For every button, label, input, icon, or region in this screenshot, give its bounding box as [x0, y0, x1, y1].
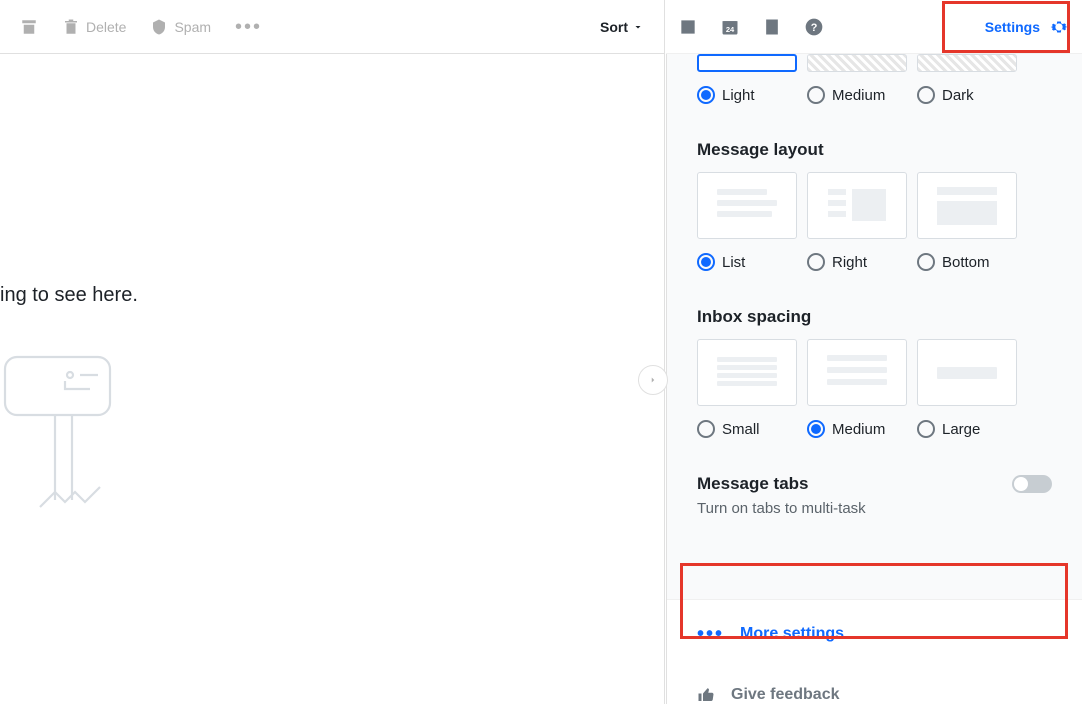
layout-bottom-label: Bottom [942, 254, 990, 271]
radio-icon [917, 253, 935, 271]
svg-text:?: ? [811, 22, 818, 34]
theme-medium-label: Medium [832, 87, 885, 104]
shield-icon [150, 18, 168, 36]
theme-radios: Light Medium Dark [697, 86, 1052, 104]
spacing-small-label: Small [722, 421, 760, 438]
layout-list-radio[interactable]: List [697, 253, 797, 271]
layout-radios: List Right Bottom [697, 253, 1052, 271]
message-tabs-title: Message tabs [697, 474, 809, 494]
chevron-right-icon [648, 375, 658, 385]
theme-medium-radio[interactable]: Medium [807, 86, 907, 104]
svg-text:24: 24 [726, 25, 735, 34]
radio-icon [697, 86, 715, 104]
empty-message: ing to see here. [0, 284, 664, 307]
spacing-medium-radio[interactable]: Medium [807, 420, 907, 438]
thumbs-up-icon [697, 686, 715, 704]
radio-icon [697, 253, 715, 271]
notes-icon[interactable] [762, 17, 782, 37]
theme-dark-card[interactable] [917, 54, 1017, 72]
message-tabs-row: Message tabs [697, 474, 1052, 494]
contacts-icon[interactable] [678, 17, 698, 37]
layout-right-label: Right [832, 254, 867, 271]
ellipsis-icon: ••• [697, 624, 724, 644]
layout-bottom-radio[interactable]: Bottom [917, 253, 1017, 271]
spacing-previews [697, 339, 1052, 406]
message-layout-title: Message layout [697, 140, 1052, 160]
empty-state: ing to see here. [0, 54, 664, 527]
delete-label: Delete [86, 19, 126, 35]
archive-button[interactable] [20, 18, 38, 36]
layout-list-label: List [722, 254, 745, 271]
help-icon[interactable]: ? [804, 17, 824, 37]
theme-previews [697, 54, 1052, 72]
settings-scroll[interactable]: Light Medium Dark Message layout [667, 54, 1082, 599]
layout-bottom-card[interactable] [917, 172, 1017, 239]
more-actions-button[interactable]: ••• [235, 17, 262, 37]
delete-button[interactable]: Delete [62, 18, 126, 36]
layout-list-card[interactable] [697, 172, 797, 239]
layout-right-radio[interactable]: Right [807, 253, 907, 271]
more-settings-link[interactable]: ••• More settings [667, 600, 1082, 668]
theme-dark-radio[interactable]: Dark [917, 86, 1017, 104]
more-settings-label: More settings [740, 625, 844, 643]
spam-button[interactable]: Spam [150, 18, 211, 36]
settings-button[interactable]: Settings [985, 16, 1070, 38]
theme-medium-card[interactable] [807, 54, 907, 72]
spam-label: Spam [174, 19, 211, 35]
archive-icon [20, 18, 38, 36]
radio-icon [807, 86, 825, 104]
radio-icon [917, 86, 935, 104]
gear-icon [1048, 16, 1070, 38]
spacing-large-card[interactable] [917, 339, 1017, 406]
settings-panel: Light Medium Dark Message layout [666, 54, 1082, 704]
message-tabs-subtitle: Turn on tabs to multi-task [697, 500, 1052, 517]
spacing-small-card[interactable] [697, 339, 797, 406]
spacing-large-label: Large [942, 421, 980, 438]
message-tabs-toggle[interactable] [1012, 475, 1052, 493]
mail-content-area: Delete Spam ••• Sort ing to see here. [0, 0, 665, 704]
spacing-radios: Small Medium Large [697, 420, 1052, 438]
mail-toolbar: Delete Spam ••• Sort [0, 0, 664, 54]
radio-icon [807, 420, 825, 438]
radio-icon [917, 420, 935, 438]
spacing-medium-card[interactable] [807, 339, 907, 406]
theme-light-radio[interactable]: Light [697, 86, 797, 104]
layout-right-card[interactable] [807, 172, 907, 239]
settings-footer: ••• More settings Give feedback [667, 599, 1082, 704]
sort-button[interactable]: Sort [600, 19, 644, 35]
give-feedback-label: Give feedback [731, 686, 840, 704]
calendar-icon[interactable]: 24 [720, 17, 740, 37]
inbox-spacing-title: Inbox spacing [697, 307, 1052, 327]
expand-handle[interactable] [638, 365, 668, 395]
sort-label: Sort [600, 19, 628, 35]
spacing-small-radio[interactable]: Small [697, 420, 797, 438]
right-header: 24 ? Settings [666, 0, 1082, 54]
spacing-large-radio[interactable]: Large [917, 420, 1017, 438]
theme-light-label: Light [722, 87, 755, 104]
radio-icon [697, 420, 715, 438]
radio-icon [807, 253, 825, 271]
mailbox-illustration [0, 347, 120, 527]
layout-previews [697, 172, 1052, 239]
settings-label: Settings [985, 19, 1040, 35]
theme-light-card[interactable] [697, 54, 797, 72]
chevron-down-icon [632, 21, 644, 33]
trash-icon [62, 18, 80, 36]
ellipsis-icon: ••• [235, 17, 262, 37]
spacing-medium-label: Medium [832, 421, 885, 438]
theme-dark-label: Dark [942, 87, 974, 104]
give-feedback-link[interactable]: Give feedback [667, 668, 1082, 704]
